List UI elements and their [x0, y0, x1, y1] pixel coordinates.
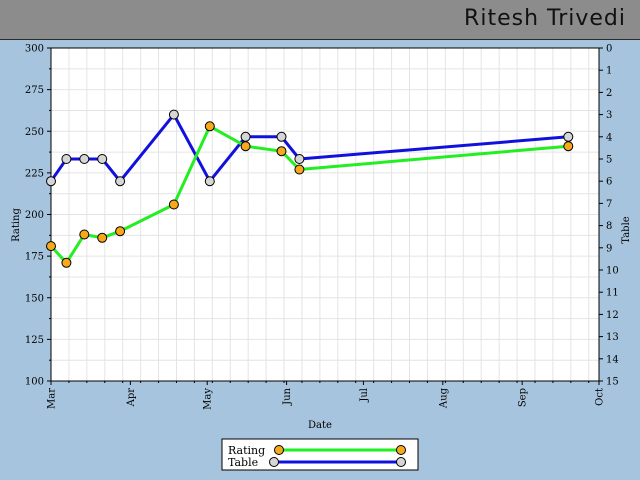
y-tick-label: 125 — [25, 335, 44, 346]
legend: Rating Table — [221, 438, 419, 471]
x-tick-label: Sep — [518, 388, 529, 407]
data-point-table — [79, 154, 90, 164]
y-tick-label: 175 — [25, 252, 44, 263]
y2-tick-label: 14 — [606, 354, 619, 365]
y2-tick-label: 8 — [606, 221, 612, 232]
y2-tick-label: 3 — [606, 110, 612, 121]
y2-tick-label: 11 — [606, 288, 619, 299]
y2-tick-label: 1 — [606, 66, 612, 77]
data-point-rating — [563, 141, 574, 152]
x-tick-label: Mar — [47, 388, 58, 409]
x-tick-label: Aug — [438, 387, 449, 409]
data-point-table — [97, 154, 108, 164]
x-tick-label: Jul — [359, 388, 370, 403]
legend-marker-table — [269, 457, 279, 467]
data-point-rating — [97, 232, 108, 243]
y-tick-label: 250 — [25, 127, 44, 138]
data-point-rating — [168, 199, 179, 210]
y2-tick-label: 4 — [606, 132, 612, 143]
y-tick-label: 200 — [25, 210, 44, 221]
data-point-rating — [294, 164, 305, 175]
y2-axis-title: Table — [621, 216, 632, 243]
data-point-rating — [46, 241, 56, 252]
y2-tick-label: 5 — [606, 155, 612, 166]
y2-tick-label: 15 — [606, 377, 619, 388]
y2-tick-label: 10 — [606, 266, 619, 277]
line-chart: 100125150175200225250275300 0123456789101… — [11, 44, 632, 471]
x-tick-label: Apr — [126, 388, 137, 408]
data-point-rating — [240, 141, 251, 152]
data-point-rating — [61, 257, 72, 268]
y2-tick-label: 7 — [606, 199, 612, 210]
data-point-rating — [115, 226, 126, 237]
legend-label-table: Table — [228, 456, 258, 469]
data-point-table — [204, 176, 215, 187]
y2-tick-label: 6 — [606, 177, 612, 188]
y2-tick-label: 0 — [606, 44, 612, 55]
x-tick-label: Oct — [595, 388, 606, 406]
chart-window: Ritesh Trivedi 100 125 150 175 200 225 250 275 3… — [0, 0, 640, 480]
data-point-table — [46, 176, 56, 187]
data-point-rating — [79, 229, 90, 240]
y-tick-label: 300 — [25, 44, 44, 55]
y-tick-label: 150 — [25, 293, 44, 304]
data-point-table — [115, 176, 126, 187]
data-point-table — [240, 131, 251, 142]
x-tick-label: May — [203, 388, 214, 410]
data-point-table — [563, 131, 574, 142]
data-point-table — [294, 154, 305, 164]
legend-marker-rating — [274, 445, 284, 455]
y2-tick-label: 12 — [606, 310, 619, 321]
legend-marker-table — [396, 457, 406, 467]
y-axis-title: Rating — [11, 208, 22, 242]
legend-marker-rating — [396, 445, 406, 455]
data-point-table — [168, 109, 179, 120]
y2-tick-label: 9 — [606, 243, 612, 254]
x-tick-label: Jun — [282, 387, 293, 405]
data-point-rating — [276, 146, 287, 157]
y2-tick-label: 13 — [606, 332, 619, 343]
y-tick-label: 100 — [25, 377, 44, 388]
x-axis-title: Date — [308, 420, 332, 431]
data-point-rating — [204, 121, 215, 132]
data-point-table — [61, 154, 72, 164]
y2-tick-label: 2 — [606, 88, 612, 99]
y-tick-label: 275 — [25, 85, 44, 96]
y-tick-label: 225 — [25, 168, 44, 179]
data-point-table — [276, 131, 287, 142]
